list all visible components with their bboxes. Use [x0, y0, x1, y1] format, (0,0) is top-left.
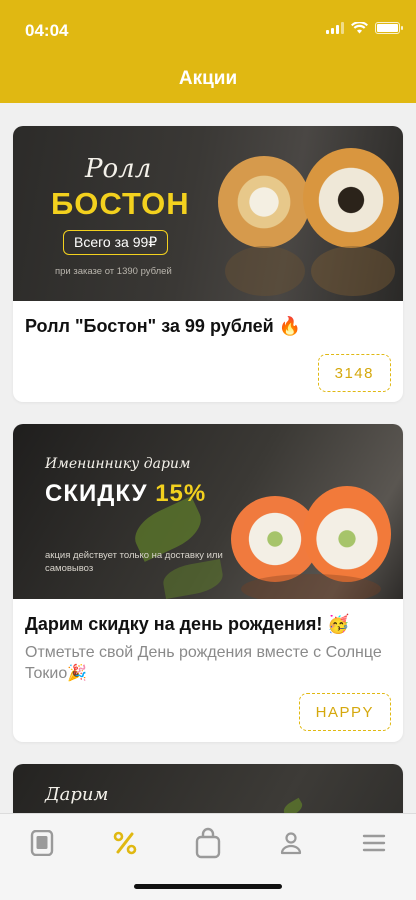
sushi-roll-image	[303, 486, 391, 582]
banner-note: при заказе от 1390 рублей	[55, 266, 172, 277]
menu-book-icon	[30, 830, 54, 856]
banner-headline: БОСТОН	[51, 186, 190, 221]
battery-icon	[375, 22, 403, 34]
banner-script-text: Дарим	[45, 784, 109, 805]
sushi-roll-reflection	[241, 574, 381, 599]
promo-code-badge[interactable]: HAPPY	[298, 693, 391, 731]
promo-title: Дарим скидку на день рождения! 🥳	[25, 614, 350, 634]
promo-card-gift[interactable]: Дарим	[13, 764, 403, 813]
status-time: 04:04	[25, 21, 69, 40]
tab-promotions[interactable]	[109, 827, 141, 859]
percent-icon	[113, 831, 137, 855]
sushi-roll-reflection	[311, 246, 395, 296]
banner-script-text: Ролл	[85, 154, 152, 184]
shopping-bag-icon	[195, 827, 221, 859]
banner-script-text: Имениннику дарим	[45, 456, 191, 472]
banner-discount: 15%	[155, 480, 207, 507]
tab-cart[interactable]	[192, 827, 224, 859]
tab-profile[interactable]	[275, 827, 307, 859]
banner-headline: СКИДКУ 15%	[45, 480, 207, 507]
page-title: Акции	[178, 68, 238, 89]
tab-more[interactable]	[358, 827, 390, 859]
wifi-icon	[351, 22, 368, 34]
sushi-roll-image	[218, 156, 310, 248]
sushi-roll-reflection	[225, 246, 305, 296]
banner-note: акция действует только на доставку или с…	[45, 550, 223, 574]
banner-price-pill: Всего за 99₽	[63, 230, 169, 255]
promo-feed[interactable]: Ролл БОСТОН Всего за 99₽ при заказе от 1…	[0, 103, 416, 813]
promo-card-birthday[interactable]: Имениннику дарим СКИДКУ 15% акция действ…	[13, 424, 403, 742]
hamburger-menu-icon	[362, 834, 386, 852]
promo-title: Ролл "Бостон" за 99 рублей 🔥	[25, 316, 302, 336]
promo-banner-gift[interactable]: Дарим	[13, 764, 403, 813]
sushi-roll-image	[303, 148, 399, 248]
leaf-decoration	[281, 797, 305, 813]
status-icons	[326, 22, 403, 34]
tab-menu[interactable]	[26, 827, 58, 859]
app-header: 04:04 Акции	[0, 0, 416, 103]
promo-code-badge[interactable]: 3148	[317, 354, 391, 392]
promo-banner-boston[interactable]: Ролл БОСТОН Всего за 99₽ при заказе от 1…	[13, 126, 403, 301]
home-indicator[interactable]	[134, 884, 282, 889]
cellular-signal-icon	[326, 22, 344, 34]
promo-banner-birthday[interactable]: Имениннику дарим СКИДКУ 15% акция действ…	[13, 424, 403, 599]
promo-card-boston[interactable]: Ролл БОСТОН Всего за 99₽ при заказе от 1…	[13, 126, 403, 402]
profile-icon	[280, 832, 302, 855]
promo-description: Отметьте свой День рождения вместе с Сол…	[25, 644, 382, 682]
